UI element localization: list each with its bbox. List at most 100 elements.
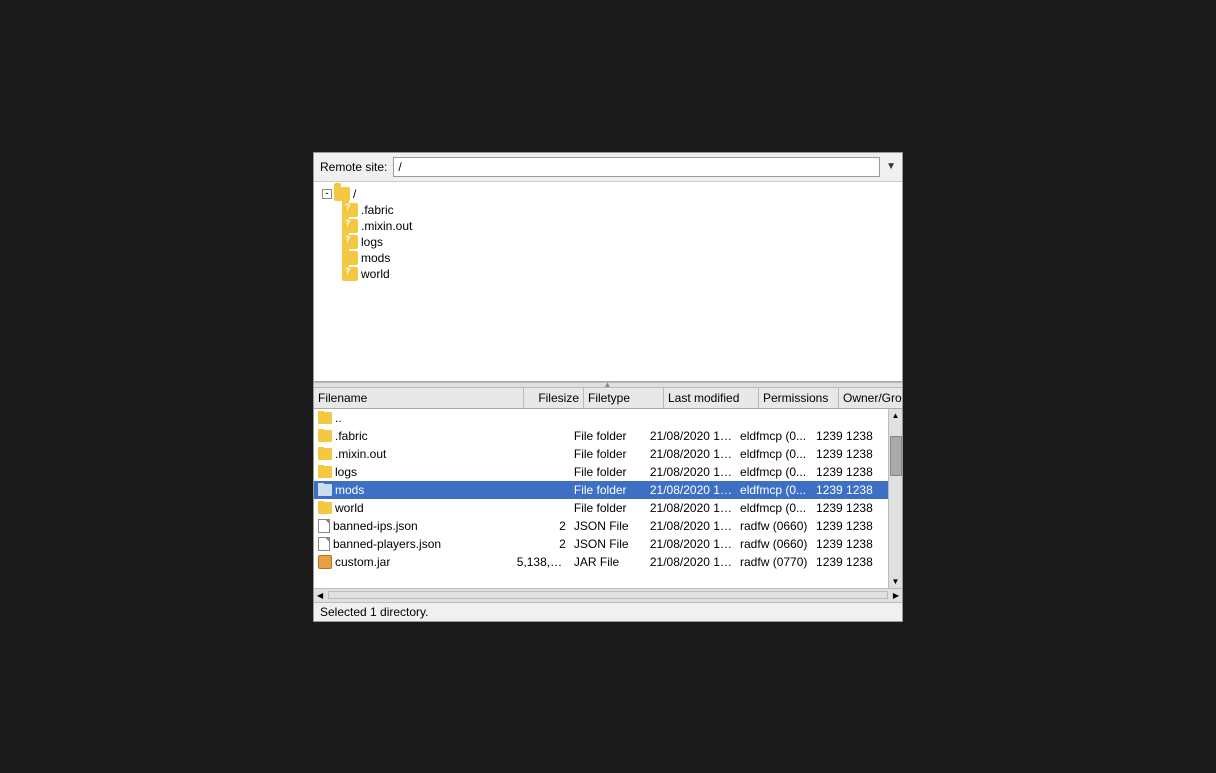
col-header-perms[interactable]: Permissions (759, 388, 839, 408)
scroll-down-button[interactable]: ▼ (890, 575, 902, 588)
cell-perms: radfw (0660) (736, 519, 812, 533)
col-header-lastmod[interactable]: Last modified (664, 388, 759, 408)
cell-owner: 1239 1238 (812, 501, 888, 515)
cell-lastmod: 21/08/2020 16:... (646, 447, 736, 461)
folder-icon (318, 448, 332, 460)
tree-item-mixin[interactable]: .mixin.out (314, 218, 902, 234)
file-row-custom-jar[interactable]: custom.jar 5,138,922 JAR File 21/08/2020… (314, 553, 888, 571)
cell-filename: world (314, 501, 513, 515)
cell-perms: eldfmcp (0... (736, 483, 812, 497)
cell-filesize: 5,138,922 (513, 555, 570, 569)
file-row-dotdot[interactable]: .. (314, 409, 888, 427)
col-header-filesize[interactable]: Filesize (524, 388, 584, 408)
folder-icon (318, 430, 332, 442)
cell-filename: .mixin.out (314, 447, 513, 461)
file-list-with-scroll: .. .fabric File folder 21/08/2020 16:...… (314, 409, 902, 588)
tree-item-logs[interactable]: logs (314, 234, 902, 250)
vertical-scrollbar[interactable]: ▲ ▼ (888, 409, 902, 588)
cell-perms: radfw (0770) (736, 555, 812, 569)
col-header-filename[interactable]: Filename (314, 388, 524, 408)
status-bar: Selected 1 directory. (314, 602, 902, 621)
cell-lastmod: 21/08/2020 16:... (646, 555, 736, 569)
tree-item-world[interactable]: world (314, 266, 902, 282)
cell-owner: 1239 1238 (812, 465, 888, 479)
tree-label-mods: mods (361, 251, 390, 265)
cell-filename: banned-ips.json (314, 519, 513, 533)
cell-filename: mods (314, 483, 513, 497)
tree-label-mixin: .mixin.out (361, 219, 412, 233)
cell-perms: eldfmcp (0... (736, 429, 812, 443)
cell-filename: custom.jar (314, 555, 513, 569)
cell-filetype: File folder (570, 429, 646, 443)
cell-filename: logs (314, 465, 513, 479)
folder-icon-world (342, 267, 358, 281)
status-text: Selected 1 directory. (320, 605, 429, 619)
file-row-world[interactable]: world File folder 21/08/2020 16:... eldf… (314, 499, 888, 517)
cell-perms: eldfmcp (0... (736, 447, 812, 461)
tree-item-root[interactable]: - / (314, 186, 902, 202)
folder-icon (318, 484, 332, 496)
cell-perms: eldfmcp (0... (736, 465, 812, 479)
cell-filesize: 2 (513, 519, 570, 533)
file-manager-panel: Remote site: ▼ - / .fabric .mixin.out lo (313, 152, 903, 622)
file-row-banned-players[interactable]: banned-players.json 2 JSON File 21/08/20… (314, 535, 888, 553)
col-header-filetype[interactable]: Filetype (584, 388, 664, 408)
scroll-left-button[interactable]: ◀ (314, 591, 326, 600)
remote-site-bar: Remote site: ▼ (314, 153, 902, 182)
folder-icon (318, 412, 332, 424)
file-list-body: .. .fabric File folder 21/08/2020 16:...… (314, 409, 888, 588)
tree-item-fabric[interactable]: .fabric (314, 202, 902, 218)
remote-site-label: Remote site: (320, 160, 387, 174)
cell-owner: 1239 1238 (812, 483, 888, 497)
cell-filetype: JSON File (570, 537, 646, 551)
cell-filetype: File folder (570, 483, 646, 497)
file-row-logs[interactable]: logs File folder 21/08/2020 16:... eldfm… (314, 463, 888, 481)
file-list-header: Filename Filesize Filetype Last modified… (314, 388, 902, 409)
cell-lastmod: 21/08/2020 16:... (646, 465, 736, 479)
cell-lastmod: 21/08/2020 16:... (646, 537, 736, 551)
cell-owner: 1239 1238 (812, 429, 888, 443)
file-row-banned-ips[interactable]: banned-ips.json 2 JSON File 21/08/2020 1… (314, 517, 888, 535)
file-row-mods[interactable]: mods File folder 21/08/2020 16:... eldfm… (314, 481, 888, 499)
tree-label-logs: logs (361, 235, 383, 249)
file-list-pane: Filename Filesize Filetype Last modified… (314, 388, 902, 602)
cell-perms: eldfmcp (0... (736, 501, 812, 515)
cell-lastmod: 21/08/2020 16:... (646, 483, 736, 497)
cell-filetype: File folder (570, 447, 646, 461)
cell-owner: 1239 1238 (812, 447, 888, 461)
scroll-thumb[interactable] (890, 436, 902, 476)
tree-pane: - / .fabric .mixin.out logs mods (314, 182, 902, 382)
horizontal-scrollbar[interactable]: ◀ ▶ (314, 588, 902, 602)
cell-filetype: JAR File (570, 555, 646, 569)
file-row-fabric[interactable]: .fabric File folder 21/08/2020 16:... el… (314, 427, 888, 445)
cell-filetype: JSON File (570, 519, 646, 533)
cell-filename: .fabric (314, 429, 513, 443)
cell-filename: banned-players.json (314, 537, 513, 551)
tree-label-world: world (361, 267, 390, 281)
col-header-owner[interactable]: Owner/Group (839, 388, 902, 408)
tree-item-mods[interactable]: mods (314, 250, 902, 266)
scroll-up-button[interactable]: ▲ (890, 409, 902, 422)
remote-site-dropdown[interactable]: ▼ (886, 161, 896, 172)
jar-icon (318, 555, 332, 569)
cell-filesize: 2 (513, 537, 570, 551)
folder-icon (318, 502, 332, 514)
cell-owner: 1239 1238 (812, 537, 888, 551)
doc-icon (318, 519, 330, 533)
cell-lastmod: 21/08/2020 16:... (646, 429, 736, 443)
folder-icon (318, 466, 332, 478)
cell-perms: radfw (0660) (736, 537, 812, 551)
cell-lastmod: 21/08/2020 16:... (646, 519, 736, 533)
cell-owner: 1239 1238 (812, 519, 888, 533)
tree-label-root: / (353, 187, 356, 201)
cell-filetype: File folder (570, 501, 646, 515)
file-row-mixin[interactable]: .mixin.out File folder 21/08/2020 16:...… (314, 445, 888, 463)
cell-filename: .. (314, 411, 513, 425)
expand-icon-root[interactable]: - (322, 189, 332, 199)
cell-owner: 1239 1238 (812, 555, 888, 569)
scroll-right-button[interactable]: ▶ (890, 591, 902, 600)
remote-site-input[interactable] (393, 157, 880, 177)
doc-icon (318, 537, 330, 551)
cell-filetype: File folder (570, 465, 646, 479)
tree-label-fabric: .fabric (361, 203, 394, 217)
